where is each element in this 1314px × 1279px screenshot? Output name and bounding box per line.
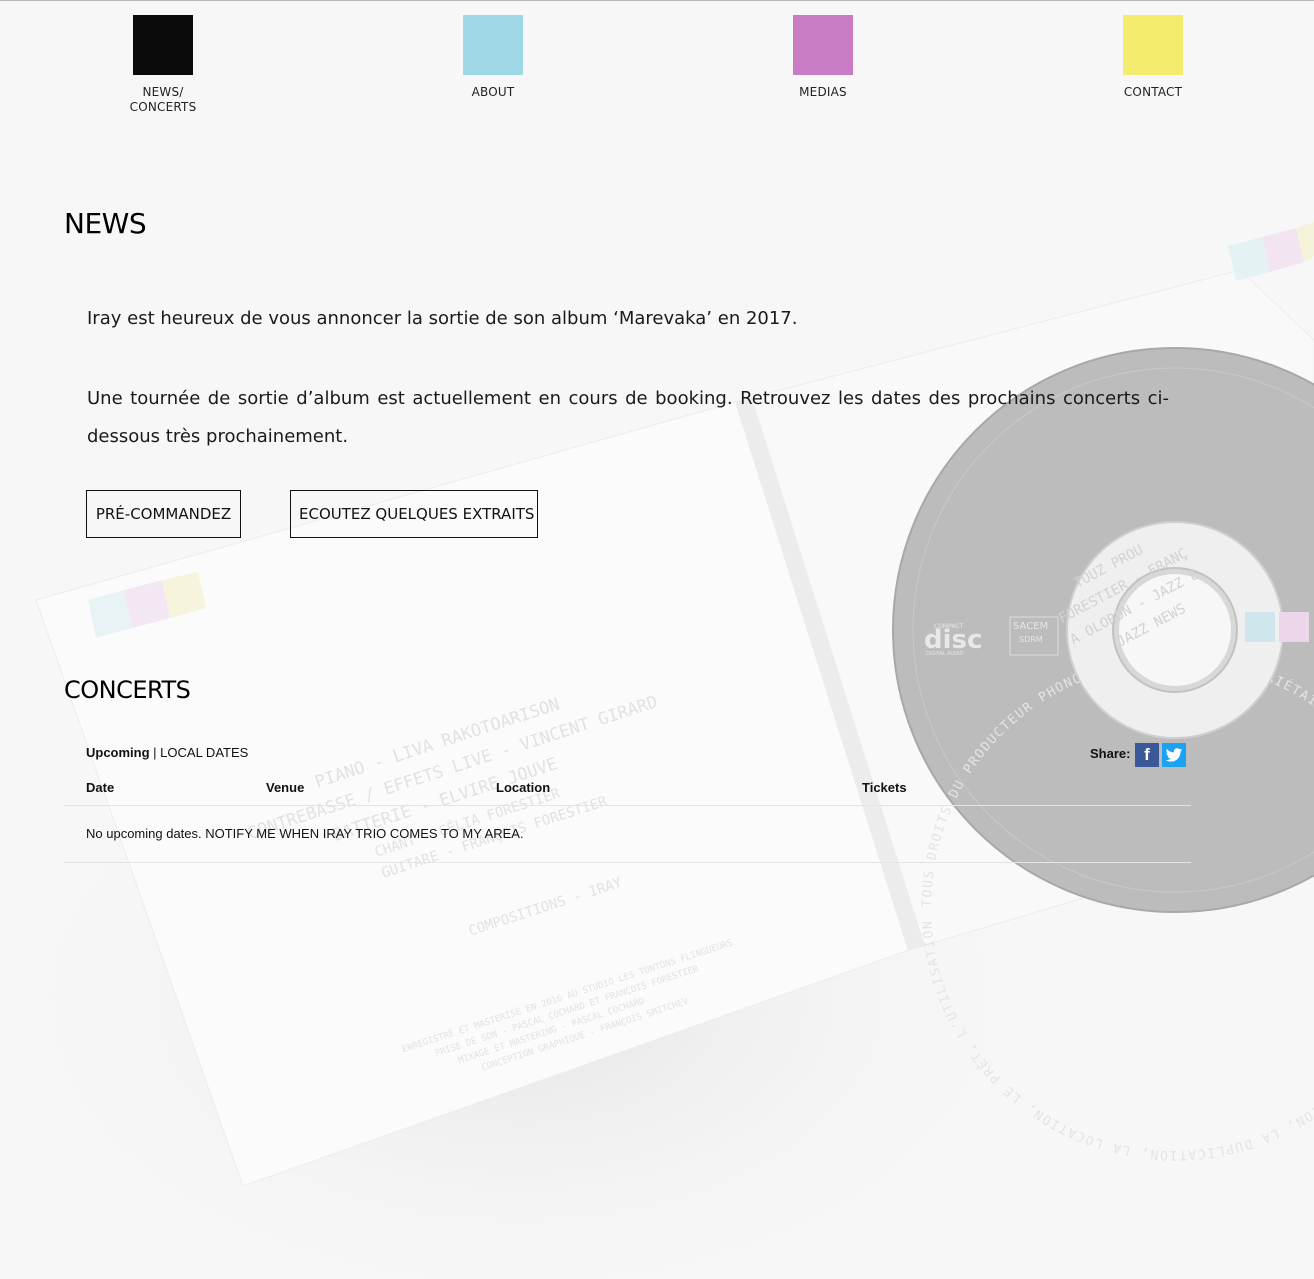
notify-me-link[interactable]: NOTIFY ME WHEN IRAY TRIO COMES TO MY ARE… [205,826,523,841]
filter-separator: | [149,745,161,760]
no-dates-text: No upcoming dates. [86,826,206,841]
upcoming-filter: Upcoming | LOCAL DATES [86,745,248,760]
table-row: No upcoming dates. NOTIFY ME WHEN IRAY T… [86,826,524,841]
svg-text:DIGITAL AUDIO: DIGITAL AUDIO [926,651,964,657]
share-label: Share: [1090,746,1131,761]
column-header-tickets: Tickets [862,780,907,795]
facebook-icon: f [1144,745,1150,764]
nav-label-contact: CONTACT [1123,85,1183,99]
nav-item-about[interactable]: ABOUT [433,15,553,100]
main-nav: NEWS/ CONCERTS ABOUT MEDIAS CONTACT [0,15,1314,125]
upcoming-tab[interactable]: Upcoming [86,745,150,760]
svg-text:SDRM: SDRM [1019,635,1043,644]
news-paragraph-2: Une tournée de sortie d’album est actuel… [87,388,1169,447]
nav-swatch-news [133,15,193,75]
concerts-heading: CONCERTS [64,676,191,704]
local-dates-link[interactable]: LOCAL DATES [160,745,248,760]
column-header-location: Location [496,780,551,795]
nav-item-medias[interactable]: MEDIAS [763,15,883,100]
column-header-date: Date [86,780,115,795]
table-header-divider [64,805,1191,806]
column-header-venue: Venue [266,780,305,795]
background-photo: TOUS DROITS DU PRODUCTEUR PHONOGRAPHIQUE… [0,0,1314,1279]
twitter-icon [1165,748,1183,762]
table-bottom-divider [64,862,1191,863]
preorder-button[interactable]: PRÉ-COMMANDEZ [86,490,241,538]
facebook-share-button[interactable]: f [1135,743,1159,767]
listen-extracts-button[interactable]: ECOUTEZ QUELQUES EXTRAITS [290,490,538,538]
news-heading: NEWS [64,207,147,240]
twitter-share-button[interactable] [1162,743,1186,767]
nav-label-news-concerts: NEWS/ CONCERTS [129,85,197,114]
svg-text:SACEM: SACEM [1013,621,1048,632]
nav-item-contact[interactable]: CONTACT [1093,15,1213,100]
nav-swatch-contact [1123,15,1183,75]
nav-label-medias: MEDIAS [799,85,847,99]
news-paragraph-1: Iray est heureux de vous annoncer la sor… [87,308,798,329]
nav-label-about: ABOUT [471,85,515,99]
nav-swatch-medias [793,15,853,75]
nav-item-news-concerts[interactable]: NEWS/ CONCERTS [103,15,223,115]
nav-swatch-about [463,15,523,75]
